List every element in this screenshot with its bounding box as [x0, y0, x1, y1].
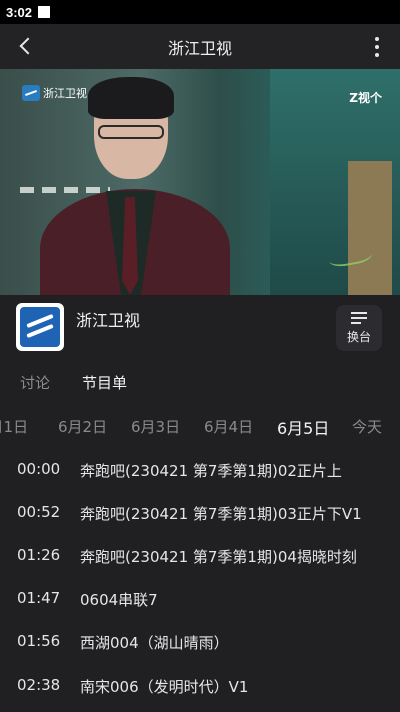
- top-app-bar: 浙江卫视: [0, 24, 400, 69]
- switch-channel-button[interactable]: 换台: [336, 305, 382, 351]
- date-item[interactable]: 6月3日: [131, 416, 180, 437]
- date-item[interactable]: 6月4日: [204, 416, 253, 437]
- list-switch-icon: [351, 311, 367, 324]
- notification-icon: [38, 6, 51, 18]
- corner-logo: Z视个: [349, 91, 382, 105]
- video-background-lights: [20, 187, 110, 193]
- program-row[interactable]: 00:52 奔跑吧(230421 第7季第1期)03正片下V1: [0, 491, 400, 534]
- channel-watermark-text: 浙江卫视: [43, 87, 87, 100]
- program-time: 02:38: [17, 676, 61, 694]
- program-time: 00:00: [17, 460, 61, 478]
- channel-watermark: 浙江卫视: [22, 83, 87, 103]
- program-title: 西湖004（湖山晴雨）: [80, 634, 229, 652]
- program-row[interactable]: 01:56 西湖004（湖山晴雨）: [0, 620, 400, 663]
- back-button[interactable]: [12, 33, 38, 59]
- program-title: 奔跑吧(230421 第7季第1期)02正片上: [80, 462, 342, 480]
- date-item[interactable]: 6月1日: [0, 416, 28, 437]
- program-time: 01:47: [17, 589, 61, 607]
- video-person-hair: [88, 77, 174, 119]
- program-time: 01:56: [17, 632, 61, 650]
- program-row[interactable]: 00:00 奔跑吧(230421 第7季第1期)02正片上: [0, 448, 400, 491]
- tab-bar: 讨论 节目单: [0, 368, 400, 400]
- program-row[interactable]: 01:47 0604串联7: [0, 577, 400, 620]
- program-title: 奔跑吧(230421 第7季第1期)04揭晓时刻: [80, 548, 357, 566]
- channel-name: 浙江卫视: [76, 311, 141, 330]
- channel-logo: [16, 303, 64, 351]
- zhejiang-tv-logo-icon: [20, 307, 60, 347]
- zhejiang-tv-logo-icon: [22, 85, 40, 101]
- program-row[interactable]: 01:26 奔跑吧(230421 第7季第1期)04揭晓时刻: [0, 534, 400, 577]
- status-time: 3:02: [6, 4, 33, 20]
- date-item[interactable]: 6月2日: [58, 416, 107, 437]
- chevron-left-icon: [19, 37, 37, 55]
- program-time: 01:26: [17, 546, 61, 564]
- tab-discussion[interactable]: 讨论: [20, 372, 50, 393]
- switch-channel-label: 换台: [346, 329, 371, 344]
- video-person-glasses: [98, 125, 164, 139]
- tab-schedule[interactable]: 节目单: [82, 372, 127, 393]
- program-title: 南宋006（发明时代）V1: [80, 678, 249, 696]
- date-selector: 6月1日 6月2日 6月3日 6月4日 6月5日 今天: [0, 408, 400, 442]
- program-title: 0604串联7: [80, 591, 158, 609]
- program-title: 奔跑吧(230421 第7季第1期)03正片下V1: [80, 505, 362, 523]
- date-item-selected[interactable]: 6月5日: [277, 415, 329, 439]
- date-item-today[interactable]: 今天: [352, 416, 382, 437]
- page-title: 浙江卫视: [167, 38, 232, 58]
- program-time: 00:52: [17, 503, 61, 521]
- channel-info: 浙江卫视 换台: [0, 295, 400, 365]
- more-options-button[interactable]: [374, 37, 380, 57]
- program-row[interactable]: 02:38 南宋006（发明时代）V1: [0, 664, 400, 707]
- status-bar: 3:02: [0, 0, 400, 24]
- video-player[interactable]: 浙江卫视 Z视个: [0, 69, 400, 295]
- video-background-door: [348, 161, 392, 295]
